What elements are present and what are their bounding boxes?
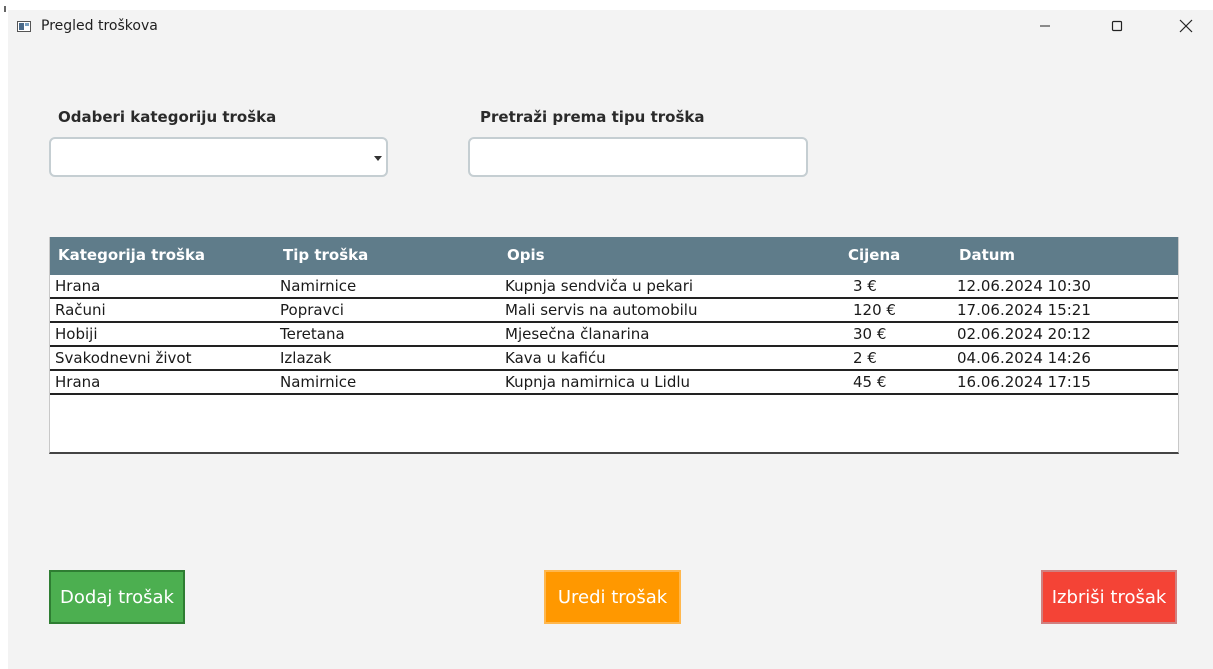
- cell-price: 45 €: [853, 373, 887, 391]
- cell-category: Hrana: [55, 373, 101, 391]
- cell-type: Teretana: [280, 325, 345, 343]
- cell-description: Kupnja namirnica u Lidlu: [505, 373, 691, 391]
- column-header-price[interactable]: Cijena: [848, 246, 900, 264]
- cell-type: Popravci: [280, 301, 344, 319]
- cell-price: 2 €: [853, 349, 877, 367]
- edit-expense-button[interactable]: Uredi trošak: [544, 570, 681, 624]
- table-row[interactable]: Hrana Namirnice Kupnja sendviča u pekari…: [50, 275, 1178, 299]
- cell-description: Mali servis na automobilu: [505, 301, 698, 319]
- table-header: Kategorija troška Tip troška Opis Cijena…: [50, 237, 1178, 275]
- close-button[interactable]: [1163, 10, 1209, 42]
- cell-type: Izlazak: [280, 349, 332, 367]
- table-row[interactable]: Svakodnevni život Izlazak Kava u kafiću …: [50, 347, 1178, 371]
- cell-date: 02.06.2024 20:12: [957, 325, 1091, 343]
- new-item-row[interactable]: [50, 395, 1178, 417]
- category-dropdown[interactable]: [49, 137, 388, 177]
- cell-category: Svakodnevni život: [55, 349, 192, 367]
- dropdown-arrow-icon: [374, 156, 382, 161]
- cell-date: 12.06.2024 10:30: [957, 277, 1091, 295]
- column-header-category[interactable]: Kategorija troška: [58, 246, 205, 264]
- cell-type: Namirnice: [280, 373, 357, 391]
- add-expense-button[interactable]: Dodaj trošak: [49, 570, 185, 624]
- window-title: Pregled troškova: [41, 18, 158, 34]
- window-corner-mark: [4, 6, 6, 12]
- minimize-button[interactable]: [1022, 10, 1068, 42]
- expenses-table[interactable]: Kategorija troška Tip troška Opis Cijena…: [49, 237, 1179, 454]
- maximize-icon: [1111, 20, 1123, 32]
- cell-price: 30 €: [853, 325, 887, 343]
- cell-price: 3 €: [853, 277, 877, 295]
- search-label: Pretraži prema tipu troška: [480, 108, 705, 126]
- cell-category: Hrana: [55, 277, 101, 295]
- table-row[interactable]: Hobiji Teretana Mjesečna članarina 30 € …: [50, 323, 1178, 347]
- cell-category: Hobiji: [55, 325, 98, 343]
- cell-description: Kupnja sendviča u pekari: [505, 277, 694, 295]
- delete-expense-button[interactable]: Izbriši trošak: [1041, 570, 1177, 624]
- maximize-button[interactable]: [1094, 10, 1140, 42]
- column-header-description[interactable]: Opis: [507, 246, 545, 264]
- app-icon: [17, 21, 31, 32]
- column-header-date[interactable]: Datum: [959, 246, 1015, 264]
- search-input[interactable]: [468, 137, 808, 177]
- category-label: Odaberi kategoriju troška: [58, 108, 277, 126]
- cell-type: Namirnice: [280, 277, 357, 295]
- cell-description: Kava u kafiću: [505, 349, 606, 367]
- cell-date: 04.06.2024 14:26: [957, 349, 1091, 367]
- app-window: Pregled troškova Odaberi kategoriju troš…: [8, 10, 1213, 669]
- cell-date: 17.06.2024 15:21: [957, 301, 1091, 319]
- column-header-type[interactable]: Tip troška: [283, 246, 368, 264]
- cell-date: 16.06.2024 17:15: [957, 373, 1091, 391]
- cell-category: Računi: [55, 301, 106, 319]
- table-row[interactable]: Računi Popravci Mali servis na automobil…: [50, 299, 1178, 323]
- cell-price: 120 €: [853, 301, 896, 319]
- minimize-icon: [1040, 25, 1050, 27]
- title-bar[interactable]: Pregled troškova: [8, 10, 1213, 42]
- cell-description: Mjesečna članarina: [505, 325, 650, 343]
- table-row[interactable]: Hrana Namirnice Kupnja namirnica u Lidlu…: [50, 371, 1178, 395]
- close-icon: [1179, 19, 1193, 33]
